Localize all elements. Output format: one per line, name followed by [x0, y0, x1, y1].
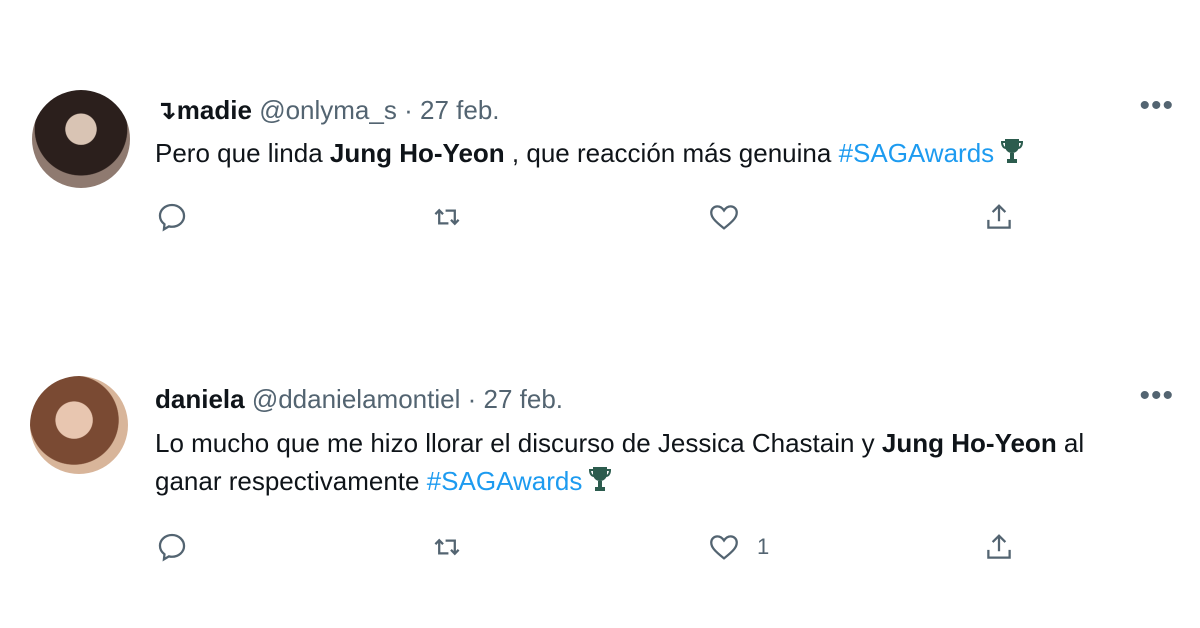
retweet-icon — [434, 208, 460, 226]
reply-button[interactable] — [155, 200, 189, 234]
tweet-card[interactable]: ↴madie @onlyma_s · 27 feb. ••• Pero que … — [0, 0, 1200, 290]
separator-dot: · — [467, 384, 477, 414]
tweet-text-bold: Jung Ho-Yeon — [329, 138, 505, 168]
reply-icon — [158, 203, 186, 232]
display-name[interactable]: madie — [177, 95, 252, 125]
share-button[interactable] — [982, 200, 1016, 234]
tweet-text-bold: Jung Ho-Yeon — [881, 428, 1057, 458]
like-icon — [710, 205, 738, 230]
share-icon — [987, 204, 1011, 229]
tweet-text: Lo mucho que me hizo llorar el discurso … — [155, 424, 1155, 500]
like-icon — [710, 535, 738, 560]
reply-icon — [158, 533, 186, 562]
tweet-date[interactable]: 27 feb. — [420, 95, 500, 125]
tweet-date[interactable]: 27 feb. — [484, 384, 564, 414]
tweet-header: ↴madie @onlyma_s · 27 feb. — [155, 93, 500, 127]
tweet-card[interactable]: daniela @ddanielamontiel · 27 feb. ••• L… — [0, 290, 1200, 628]
tweet-text-part: Pero que linda — [155, 138, 330, 168]
name-prefix-icon: ↴ — [155, 95, 177, 125]
retweet-button[interactable] — [430, 200, 464, 234]
trophy-hashtag-emoji-icon — [1001, 139, 1024, 163]
retweet-icon — [434, 538, 460, 556]
retweet-button[interactable] — [430, 530, 464, 564]
share-icon — [987, 534, 1011, 559]
hashtag-link[interactable]: #SAGAwards — [839, 138, 995, 168]
tweet-text-part: , que reacción más genuina — [504, 138, 839, 168]
hashtag-link[interactable]: #SAGAwards — [427, 466, 583, 496]
tweet-text: Pero que linda Jung Ho-Yeon , que reacci… — [155, 134, 1155, 172]
trophy-hashtag-emoji-icon — [589, 467, 612, 491]
more-options-icon[interactable]: ••• — [1139, 91, 1174, 121]
tweet-text-part: Lo mucho que me hizo llorar el discurso … — [155, 428, 882, 458]
user-handle[interactable]: @onlyma_s — [259, 95, 397, 125]
display-name[interactable]: daniela — [155, 384, 245, 414]
avatar[interactable] — [32, 90, 130, 188]
like-count: 1 — [757, 534, 770, 559]
share-button[interactable] — [982, 530, 1016, 564]
like-button[interactable] — [707, 200, 757, 234]
user-handle[interactable]: @ddanielamontiel — [252, 384, 461, 414]
more-options-icon[interactable]: ••• — [1139, 381, 1174, 411]
avatar[interactable] — [30, 376, 128, 474]
separator-dot: · — [404, 95, 413, 125]
like-button[interactable]: 1 — [707, 530, 769, 564]
tweet-header: daniela @ddanielamontiel · 27 feb. — [155, 382, 563, 416]
reply-button[interactable] — [155, 530, 189, 564]
